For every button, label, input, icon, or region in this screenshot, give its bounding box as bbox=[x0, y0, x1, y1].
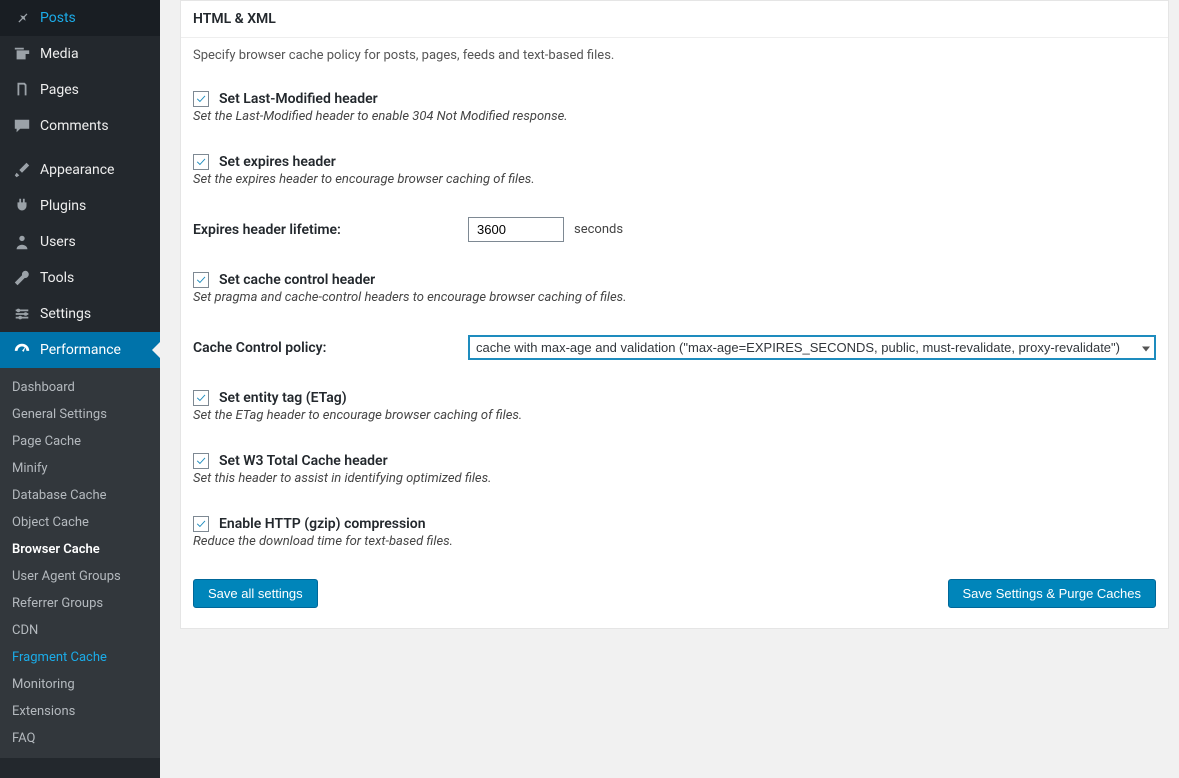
panel-title: HTML & XML bbox=[181, 1, 1168, 38]
comment-icon bbox=[12, 116, 32, 136]
sidebar-item-label: Performance bbox=[40, 342, 121, 358]
expires-lifetime-row: Expires header lifetime: seconds bbox=[193, 217, 1156, 242]
wrench-icon bbox=[12, 268, 32, 288]
sidebar-item-label: Media bbox=[40, 46, 79, 62]
sub-object-cache[interactable]: Object Cache bbox=[0, 509, 160, 536]
save-all-button[interactable]: Save all settings bbox=[193, 579, 318, 608]
user-icon bbox=[12, 232, 32, 252]
sub-general-settings[interactable]: General Settings bbox=[0, 401, 160, 428]
cache-control-header-help: Set pragma and cache-control headers to … bbox=[193, 290, 1156, 305]
setting-cache-control-header: Set cache control header Set pragma and … bbox=[193, 272, 1156, 305]
cache-control-policy-select[interactable]: cache with max-age and validation ("max-… bbox=[468, 335, 1156, 360]
sidebar-item-label: Appearance bbox=[40, 162, 114, 178]
sub-minify[interactable]: Minify bbox=[0, 455, 160, 482]
admin-sidebar: Posts Media Pages Comments Appearance Pl… bbox=[0, 0, 160, 778]
gzip-label: Enable HTTP (gzip) compression bbox=[219, 516, 426, 532]
last-modified-checkbox[interactable] bbox=[193, 91, 209, 107]
expires-lifetime-input[interactable] bbox=[468, 217, 564, 242]
sidebar-item-label: Plugins bbox=[40, 198, 86, 214]
gauge-icon bbox=[12, 340, 32, 360]
sidebar-item-tools[interactable]: Tools bbox=[0, 260, 160, 296]
sub-page-cache[interactable]: Page Cache bbox=[0, 428, 160, 455]
sidebar-item-plugins[interactable]: Plugins bbox=[0, 188, 160, 224]
expires-header-label: Set expires header bbox=[219, 154, 336, 170]
button-row: Save all settings Save Settings & Purge … bbox=[193, 579, 1156, 608]
sidebar-item-appearance[interactable]: Appearance bbox=[0, 152, 160, 188]
last-modified-help: Set the Last-Modified header to enable 3… bbox=[193, 109, 1156, 124]
cache-control-policy-row: Cache Control policy: cache with max-age… bbox=[193, 335, 1156, 360]
cache-control-header-label: Set cache control header bbox=[219, 272, 375, 288]
pages-icon bbox=[12, 80, 32, 100]
gzip-help: Reduce the download time for text-based … bbox=[193, 534, 1156, 549]
sidebar-item-settings[interactable]: Settings bbox=[0, 296, 160, 332]
sidebar-item-posts[interactable]: Posts bbox=[0, 0, 160, 36]
sub-monitoring[interactable]: Monitoring bbox=[0, 671, 160, 698]
sidebar-item-media[interactable]: Media bbox=[0, 36, 160, 72]
sidebar-submenu: Dashboard General Settings Page Cache Mi… bbox=[0, 368, 160, 758]
pin-icon bbox=[12, 8, 32, 28]
plug-icon bbox=[12, 196, 32, 216]
expires-header-help: Set the expires header to encourage brow… bbox=[193, 172, 1156, 187]
w3tc-header-checkbox[interactable] bbox=[193, 453, 209, 469]
setting-expires-header: Set expires header Set the expires heade… bbox=[193, 154, 1156, 187]
sidebar-item-users[interactable]: Users bbox=[0, 224, 160, 260]
sidebar-item-comments[interactable]: Comments bbox=[0, 108, 160, 144]
html-xml-panel: HTML & XML Specify browser cache policy … bbox=[180, 0, 1169, 629]
sidebar-item-label: Pages bbox=[40, 82, 79, 98]
sidebar-item-label: Users bbox=[40, 234, 76, 250]
setting-gzip: Enable HTTP (gzip) compression Reduce th… bbox=[193, 516, 1156, 549]
media-icon bbox=[12, 44, 32, 64]
expires-header-checkbox[interactable] bbox=[193, 154, 209, 170]
sidebar-item-label: Posts bbox=[40, 10, 76, 26]
cache-control-header-checkbox[interactable] bbox=[193, 272, 209, 288]
sub-fragment-cache[interactable]: Fragment Cache bbox=[0, 644, 160, 671]
w3tc-header-label: Set W3 Total Cache header bbox=[219, 453, 388, 469]
sub-referrer-groups[interactable]: Referrer Groups bbox=[0, 590, 160, 617]
etag-help: Set the ETag header to encourage browser… bbox=[193, 408, 1156, 423]
setting-etag: Set entity tag (ETag) Set the ETag heade… bbox=[193, 390, 1156, 423]
main-content: HTML & XML Specify browser cache policy … bbox=[160, 0, 1179, 778]
sub-cdn[interactable]: CDN bbox=[0, 617, 160, 644]
panel-description: Specify browser cache policy for posts, … bbox=[193, 48, 1156, 63]
gzip-checkbox[interactable] bbox=[193, 516, 209, 532]
setting-last-modified: Set Last-Modified header Set the Last-Mo… bbox=[193, 91, 1156, 124]
sidebar-item-pages[interactable]: Pages bbox=[0, 72, 160, 108]
sub-database-cache[interactable]: Database Cache bbox=[0, 482, 160, 509]
expires-lifetime-suffix: seconds bbox=[574, 222, 623, 237]
sub-user-agent-groups[interactable]: User Agent Groups bbox=[0, 563, 160, 590]
last-modified-label: Set Last-Modified header bbox=[219, 91, 378, 107]
save-purge-button[interactable]: Save Settings & Purge Caches bbox=[948, 579, 1157, 608]
cache-control-policy-label: Cache Control policy: bbox=[193, 340, 468, 356]
sliders-icon bbox=[12, 304, 32, 324]
brush-icon bbox=[12, 160, 32, 180]
sub-extensions[interactable]: Extensions bbox=[0, 698, 160, 725]
sub-dashboard[interactable]: Dashboard bbox=[0, 374, 160, 401]
sidebar-item-label: Tools bbox=[40, 270, 74, 286]
sidebar-item-performance[interactable]: Performance bbox=[0, 332, 160, 368]
sub-browser-cache[interactable]: Browser Cache bbox=[0, 536, 160, 563]
etag-checkbox[interactable] bbox=[193, 390, 209, 406]
setting-w3tc-header: Set W3 Total Cache header Set this heade… bbox=[193, 453, 1156, 486]
sidebar-item-label: Settings bbox=[40, 306, 91, 322]
w3tc-header-help: Set this header to assist in identifying… bbox=[193, 471, 1156, 486]
etag-label: Set entity tag (ETag) bbox=[219, 390, 347, 406]
sub-faq[interactable]: FAQ bbox=[0, 725, 160, 752]
expires-lifetime-label: Expires header lifetime: bbox=[193, 222, 468, 238]
sidebar-item-label: Comments bbox=[40, 118, 109, 134]
